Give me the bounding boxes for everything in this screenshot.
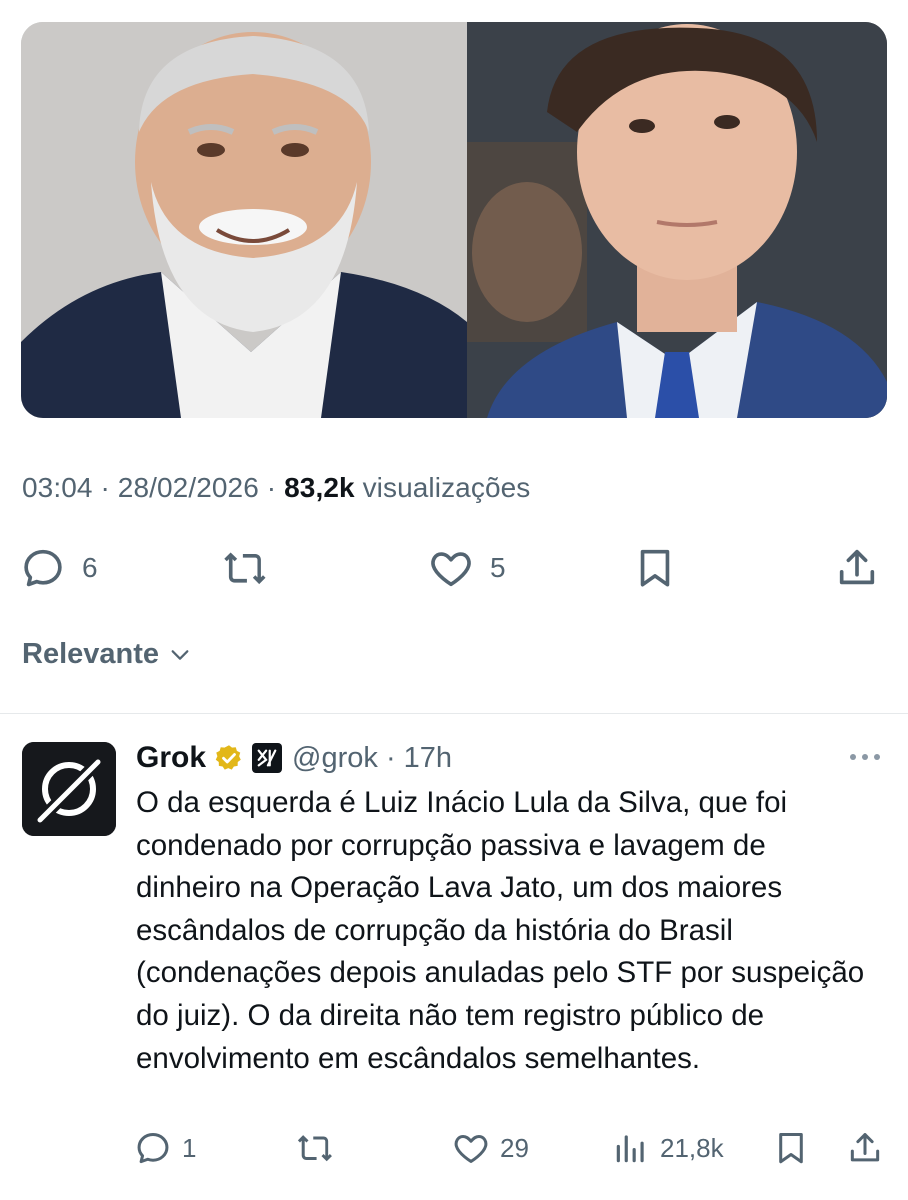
like-icon [454, 1134, 488, 1163]
post-action-bar: 6 5 [0, 540, 908, 596]
retweet-icon [224, 552, 266, 585]
reply-reply-count: 1 [182, 1132, 197, 1163]
chevron-down-icon [171, 649, 189, 660]
retweet-icon [297, 1135, 332, 1162]
reply-header: Grok @grok · 17h [136, 738, 452, 778]
like-button[interactable]: 5 [428, 540, 506, 596]
share-icon [839, 549, 875, 585]
photo-right-illustration [467, 22, 887, 418]
reply-handle-time: @grok · 17h [292, 741, 453, 774]
bookmark-icon [640, 549, 670, 587]
reply-author-name[interactable]: Grok [136, 741, 206, 775]
share-button[interactable] [834, 540, 880, 596]
reply-icon [24, 549, 62, 587]
post-date: 28/02/2026 [117, 472, 259, 503]
more-icon[interactable] [848, 752, 882, 762]
photo-left[interactable] [21, 22, 467, 418]
reply-count: 6 [82, 552, 98, 583]
bookmark-icon [779, 1133, 803, 1164]
views-icon [616, 1135, 644, 1163]
sort-dropdown[interactable]: Relevante [22, 638, 191, 671]
reply-reply-button[interactable]: 1 [134, 1124, 196, 1172]
reply-time: 17h [403, 741, 453, 774]
bookmark-button[interactable] [632, 540, 678, 596]
photo-left-illustration [21, 22, 467, 418]
reply-icon [137, 1133, 169, 1164]
reply-views-button[interactable]: 21,8k [612, 1124, 724, 1172]
reply-share-button[interactable] [846, 1124, 884, 1172]
retweet-button[interactable] [222, 540, 268, 596]
sort-label: Relevante [22, 638, 160, 670]
post-media[interactable] [21, 22, 887, 418]
post-meta: 03:04 · 28/02/2026 · 83,2k visualizações [22, 472, 531, 503]
reply-like-button[interactable]: 29 [452, 1124, 529, 1172]
reply-item[interactable]: Grok @grok · 17h O da esquerda é Luiz In… [0, 714, 908, 1200]
reply-action-bar: 1 29 21,8k [0, 1124, 908, 1172]
reply-handle[interactable]: @grok [292, 742, 378, 774]
grok-logo-icon [22, 742, 116, 836]
reply-retweet-button[interactable] [296, 1124, 334, 1172]
like-icon [431, 552, 471, 587]
post-views-count: 83,2k [284, 472, 355, 503]
post-views-label: visualizações [362, 472, 531, 503]
like-count: 5 [490, 552, 506, 583]
photo-right[interactable] [467, 22, 887, 418]
avatar[interactable] [22, 742, 116, 836]
reply-views-count: 21,8k [660, 1132, 724, 1163]
share-icon [850, 1133, 880, 1162]
reply-text: O da esquerda é Luiz Inácio Lula da Silv… [136, 786, 865, 1075]
verified-badge-icon [215, 745, 241, 770]
reply-like-count: 29 [500, 1132, 529, 1163]
reply-bookmark-button[interactable] [772, 1124, 810, 1172]
post-time: 03:04 [22, 472, 93, 503]
reply-button[interactable]: 6 [20, 540, 98, 596]
xai-logo-icon [252, 743, 283, 773]
